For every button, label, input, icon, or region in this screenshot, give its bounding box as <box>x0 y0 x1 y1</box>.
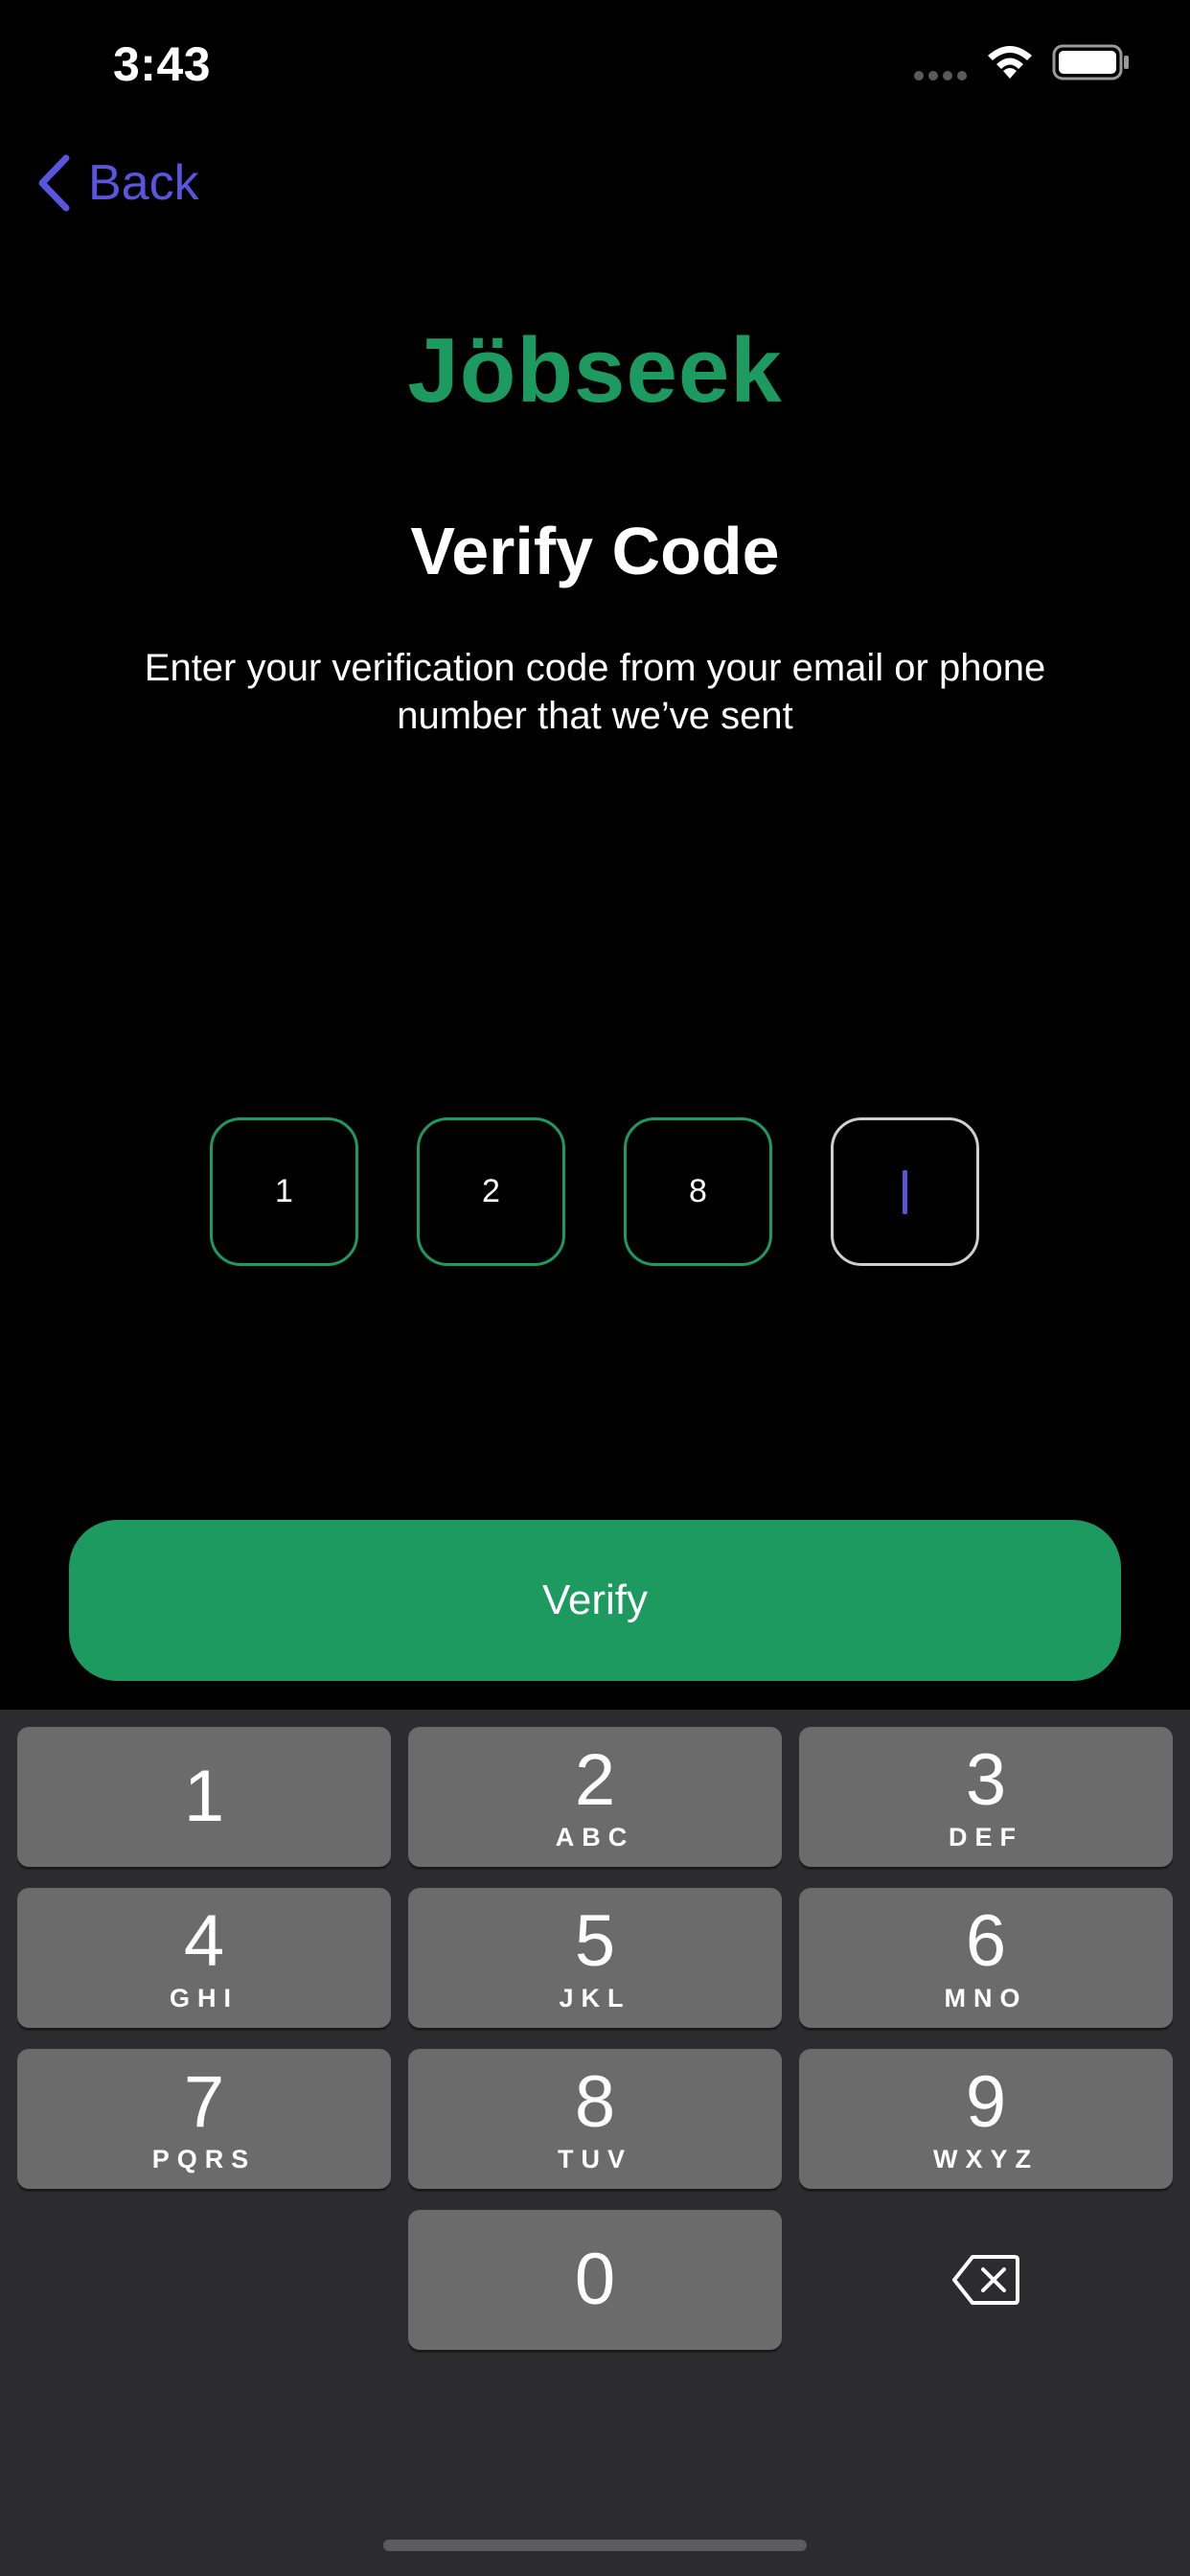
text-caret <box>903 1169 907 1214</box>
code-input-row: 1 2 8 <box>210 1117 979 1266</box>
brand-logo-text: Jöbseek <box>407 319 783 422</box>
key-1[interactable]: 1 <box>17 1727 391 1867</box>
code-digit-box[interactable]: 8 <box>624 1117 772 1266</box>
key-0[interactable]: 0 <box>408 2210 782 2350</box>
home-indicator <box>383 2540 807 2551</box>
key-8[interactable]: 8 TUV <box>408 2049 782 2189</box>
key-letters: TUV <box>558 2144 632 2174</box>
verify-code-screen: 3:43 Back Jöbseek Verify Code Enter your… <box>0 0 1190 2576</box>
key-5[interactable]: 5 JKL <box>408 1888 782 2028</box>
key-digit: 9 <box>965 2060 1007 2143</box>
key-digit: 5 <box>574 1899 616 1982</box>
code-digit-box[interactable]: 1 <box>210 1117 358 1266</box>
key-letters: PQRS <box>151 2144 257 2174</box>
key-2[interactable]: 2 ABC <box>408 1727 782 1867</box>
key-digit: 0 <box>574 2239 616 2320</box>
key-9[interactable]: 9 WXYZ <box>799 2049 1173 2189</box>
code-digit: 8 <box>689 1173 707 1209</box>
key-digit: 4 <box>183 1899 225 1982</box>
key-6[interactable]: 6 MNO <box>799 1888 1173 2028</box>
back-label: Back <box>88 155 199 211</box>
key-letters: JKL <box>559 1983 631 2012</box>
page-title: Verify Code <box>410 514 780 588</box>
key-3[interactable]: 3 DEF <box>799 1727 1173 1867</box>
key-letters: ABC <box>555 1822 635 1852</box>
status-time: 3:43 <box>113 37 212 91</box>
wifi-icon <box>988 46 1032 79</box>
delete-key[interactable] <box>799 2210 1173 2350</box>
page-subtitle: Enter your verification code from your e… <box>144 647 1046 737</box>
key-digit: 7 <box>183 2060 225 2143</box>
code-digit: 2 <box>482 1173 500 1209</box>
chevron-left-icon <box>38 154 70 212</box>
code-digit-box-active[interactable] <box>831 1117 979 1266</box>
key-letters: DEF <box>949 1822 1023 1852</box>
key-4[interactable]: 4 GHI <box>17 1888 391 2028</box>
key-7[interactable]: 7 PQRS <box>17 2049 391 2189</box>
key-digit: 1 <box>183 1756 225 1837</box>
key-digit: 8 <box>574 2060 616 2143</box>
verify-button[interactable]: Verify <box>69 1520 1121 1681</box>
key-letters: GHI <box>169 1983 239 2012</box>
key-digit: 6 <box>965 1899 1007 1982</box>
back-button[interactable]: Back <box>34 153 199 213</box>
key-letters: MNO <box>944 1983 1028 2012</box>
key-digit: 3 <box>965 1738 1007 1821</box>
code-digit-box[interactable]: 2 <box>417 1117 565 1266</box>
signal-icon <box>914 71 967 80</box>
backspace-icon <box>952 2255 1019 2305</box>
key-digit: 2 <box>574 1738 616 1821</box>
key-letters: WXYZ <box>933 2144 1039 2174</box>
numeric-keyboard: 1 2 ABC 3 DEF 4 GHI 5 JKL 6 MNO 7 PQRS 8… <box>0 1710 1190 2576</box>
code-digit: 1 <box>275 1173 293 1209</box>
battery-icon <box>1052 44 1129 80</box>
